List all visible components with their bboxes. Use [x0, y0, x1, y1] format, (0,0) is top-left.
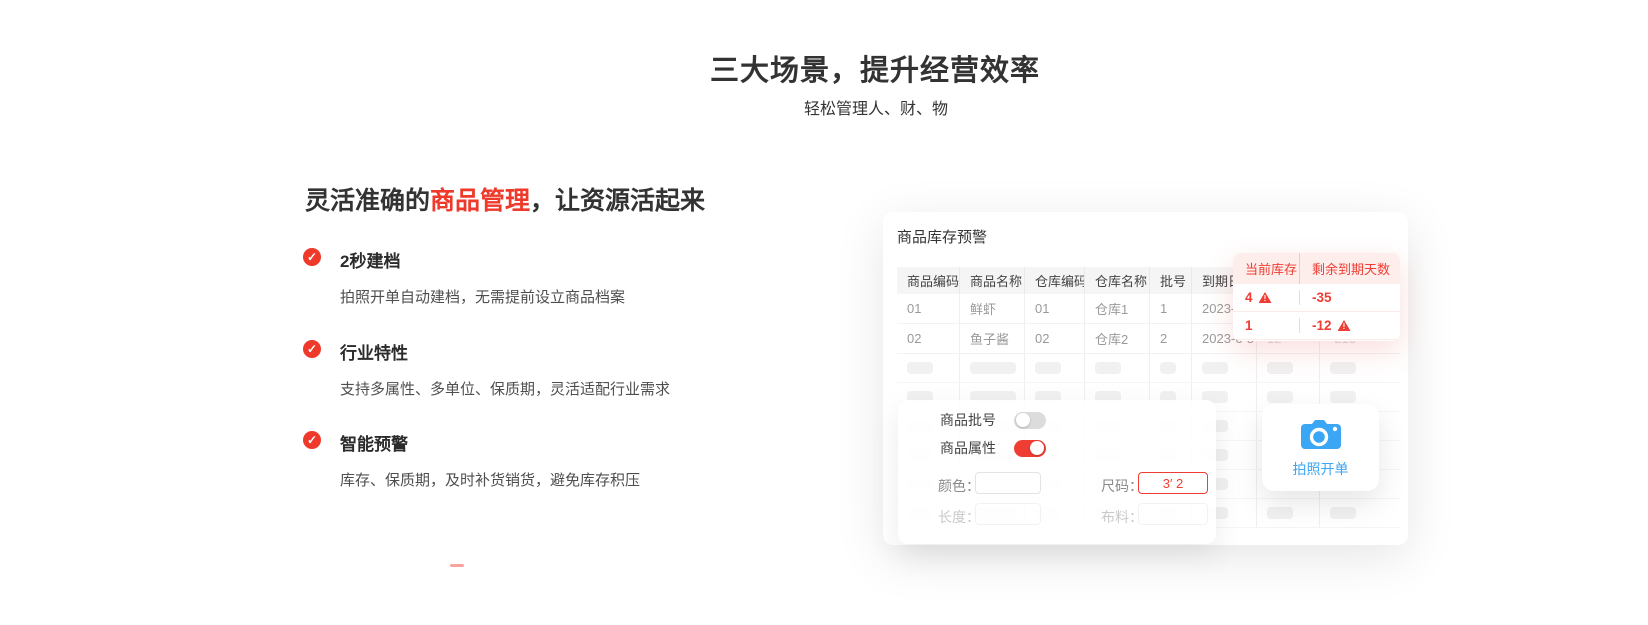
camera-icon [1298, 417, 1344, 453]
card-title: 商品库存预警 [897, 226, 987, 247]
stock-alert-panel: 当前库存 剩余到期天数 4 ! -35 1 -12 ! [1233, 253, 1400, 341]
carousel-indicator [450, 564, 464, 567]
feature-heading-suffix: ，让资源活起来 [530, 187, 705, 215]
feature-item-desc: 拍照开单自动建档，无需提前设立商品档案 [340, 286, 723, 307]
col-header: 商品名称 [960, 267, 1025, 294]
alert-row: 1 -12 ! [1233, 312, 1400, 340]
feature-item-smart-alert: ✓ 智能预警 库存、保质期，及时补货销货，避免库存积压 [303, 430, 723, 490]
feature-item-title: 行业特性 [340, 339, 723, 364]
product-settings-panel: 商品批号 商品属性 颜色： 尺码： 长度： 布料： [898, 400, 1216, 544]
page-subtitle: 轻松管理人、财、物 [804, 95, 948, 119]
attr-toggle[interactable] [1014, 440, 1046, 457]
size-input[interactable] [1138, 472, 1208, 494]
cell-batch: 1 [1150, 294, 1192, 323]
batch-toggle[interactable] [1014, 412, 1046, 429]
check-icon: ✓ [303, 340, 321, 358]
alert-row: 4 ! -35 [1233, 284, 1400, 312]
feature-item-industry: ✓ 行业特性 支持多属性、多单位、保质期，灵活适配行业需求 [303, 339, 723, 399]
warning-icon: ! [1338, 320, 1351, 331]
cell-batch: 2 [1150, 324, 1192, 353]
cell-wh-name: 仓库2 [1085, 324, 1150, 353]
photo-order-button[interactable]: 拍照开单 [1262, 404, 1379, 491]
cell-code: 02 [897, 324, 960, 353]
alert-panel-header: 当前库存 剩余到期天数 [1233, 253, 1400, 284]
alert-stock-value: 1 [1245, 318, 1253, 333]
color-input[interactable] [975, 472, 1041, 494]
feature-item-title: 2秒建档 [340, 247, 723, 272]
col-header: 批号 [1150, 267, 1192, 294]
attr-toggle-row: 商品属性 [940, 438, 1046, 458]
fabric-field-label: 布料： [1101, 507, 1143, 527]
alert-days-value: -12 [1312, 318, 1332, 333]
warning-icon: ! [1259, 292, 1272, 303]
fabric-input[interactable] [1138, 503, 1208, 525]
feature-item-desc: 支持多属性、多单位、保质期，灵活适配行业需求 [340, 378, 723, 399]
feature-heading-prefix: 灵活准确的 [305, 187, 430, 215]
check-icon: ✓ [303, 431, 321, 449]
batch-toggle-label: 商品批号 [940, 410, 996, 430]
page: 三大场景，提升经营效率 轻松管理人、财、物 灵活准确的商品管理，让资源活起来 ✓… [0, 0, 1648, 625]
size-field-label: 尺码： [1101, 476, 1143, 496]
feature-item-quick-filing: ✓ 2秒建档 拍照开单自动建档，无需提前设立商品档案 [303, 247, 723, 307]
batch-toggle-row: 商品批号 [940, 410, 1046, 430]
col-header: 商品编码 [897, 267, 960, 294]
feature-heading: 灵活准确的商品管理，让资源活起来 [305, 181, 705, 217]
check-icon: ✓ [303, 248, 321, 266]
cell-name: 鲜虾 [960, 294, 1025, 323]
alert-days-value: -35 [1312, 290, 1332, 305]
feature-item-desc: 库存、保质期，及时补货销货，避免库存积压 [340, 469, 723, 490]
alert-col-days: 剩余到期天数 [1300, 253, 1400, 284]
cell-name: 鱼子酱 [960, 324, 1025, 353]
length-field-label: 长度： [938, 507, 980, 527]
length-input[interactable] [975, 503, 1041, 525]
page-title: 三大场景，提升经营效率 [710, 47, 1040, 89]
feature-heading-highlight: 商品管理 [430, 187, 530, 215]
cell-wh-code: 01 [1025, 294, 1085, 323]
attr-toggle-label: 商品属性 [940, 438, 996, 458]
alert-col-stock: 当前库存 [1233, 253, 1300, 284]
col-header: 仓库名称 [1085, 267, 1150, 294]
cell-wh-name: 仓库1 [1085, 294, 1150, 323]
photo-order-label: 拍照开单 [1293, 459, 1349, 479]
skeleton-row [897, 354, 1400, 383]
cell-code: 01 [897, 294, 960, 323]
col-header: 仓库编码 [1025, 267, 1085, 294]
alert-stock-value: 4 [1245, 290, 1253, 305]
feature-item-title: 智能预警 [340, 430, 723, 455]
cell-wh-code: 02 [1025, 324, 1085, 353]
color-field-label: 颜色： [938, 476, 980, 496]
